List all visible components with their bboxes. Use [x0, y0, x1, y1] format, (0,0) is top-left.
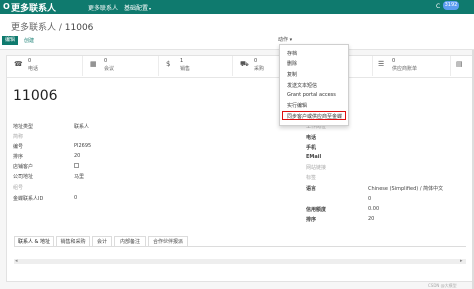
stat-label: 电话 [28, 66, 39, 72]
book-icon: ▤ [456, 60, 463, 68]
breadcrumb-current: 11006 [64, 23, 94, 33]
notification-badge[interactable]: 3192 [443, 1, 459, 10]
stat-value: 0 [104, 58, 108, 64]
field-value-sequence-right[interactable]: 20 [368, 216, 374, 222]
stat-label: 供应商账单 [392, 66, 418, 72]
field-value-code[interactable]: PI2695 [74, 143, 91, 149]
stat-bar-divider [7, 77, 473, 78]
breadcrumb: 更多联系人 / 11006 [11, 20, 93, 33]
stat-label: 采购 [254, 66, 265, 72]
page: { "topbar": { "logo": "O", "app_title": … [0, 0, 474, 289]
field-value-credit-limit[interactable]: 0.00 [368, 206, 379, 212]
menu-more-contacts[interactable]: 更多联系人 [88, 3, 118, 12]
field-label-tags: 标签 [306, 175, 317, 181]
field-label-code: 编号 [13, 144, 24, 150]
breadcrumb-separator: / [56, 23, 65, 33]
record-name[interactable]: 11006 [13, 88, 58, 104]
field-label-email: EMail [306, 154, 322, 160]
field-value-address-type[interactable]: 联系人 [74, 123, 89, 130]
field-value-kingdee-contact-id[interactable]: 0 [74, 195, 77, 201]
menu-basic-config[interactable]: 基础配置▾ [124, 3, 151, 12]
tab-divider [14, 246, 466, 247]
stat-divider [82, 56, 83, 76]
stat-divider [232, 56, 233, 76]
field-label-sequence: 排序 [13, 154, 24, 160]
field-value-unlabeled[interactable]: 0 [368, 196, 371, 202]
field-label-company-address: 公司地址 [13, 174, 34, 180]
watermark: CSDN @大模型 [428, 283, 457, 288]
menu-basic-config-label: 基础配置 [124, 5, 149, 12]
stat-divider [450, 56, 451, 76]
dollar-icon: $ [166, 60, 171, 68]
menu-item-archive[interactable]: 存档 [287, 50, 297, 57]
stat-label: 会议 [104, 66, 115, 72]
field-value-company-address[interactable]: 马里 [74, 173, 84, 180]
field-label-short-name: 简称 [13, 134, 24, 140]
chevron-down-icon: ▾ [149, 6, 152, 11]
menu-item-duplicate[interactable]: 复制 [287, 71, 297, 78]
scroll-left-icon[interactable]: ◂ [15, 258, 18, 264]
field-value-sequence[interactable]: 20 [74, 153, 80, 159]
menu-item-grant-portal-access[interactable]: Grant portal access [287, 92, 336, 98]
shop-customer-checkbox[interactable] [74, 163, 79, 168]
field-label-address-type: 地址类型 [13, 124, 34, 130]
phone-icon: ☎ [14, 60, 23, 68]
menu-item-delete[interactable]: 删除 [287, 60, 297, 67]
cart-icon: ⛟ [240, 60, 249, 68]
actions-dropdown-menu: 存档 删除 复制 发送文本短信 Grant portal access 实行编辑… [279, 44, 349, 126]
edit-button[interactable]: 编辑 [2, 36, 18, 45]
field-value-language[interactable]: Chinese (Simplified) / 简体中文 [368, 185, 443, 192]
field-label-language: 语言 [306, 186, 317, 192]
breadcrumb-parent-link[interactable]: 更多联系人 [11, 23, 56, 33]
field-label-phone: 电话 [306, 135, 317, 141]
field-label-group: 组号 [13, 185, 24, 191]
menu-item-sync-to-kingdee[interactable]: 同步客户或供应商至金蝶 [287, 113, 342, 120]
stat-value: 0 [254, 58, 258, 64]
user-avatar-icon[interactable]: C [436, 3, 440, 10]
menu-item-send-sms[interactable]: 发送文本短信 [287, 82, 317, 89]
menu-item-bulk-edit[interactable]: 实行编辑 [287, 102, 307, 109]
stat-label: 销售 [180, 66, 191, 72]
stat-value: 0 [28, 58, 32, 64]
scroll-right-icon[interactable]: ▸ [460, 258, 463, 264]
app-title[interactable]: 更多联系人 [11, 1, 56, 14]
actions-dropdown-button[interactable]: 动作 ▾ [278, 36, 292, 43]
stat-value: 0 [392, 58, 396, 64]
horizontal-scrollbar[interactable] [14, 259, 466, 264]
list-icon: ☰ [378, 60, 385, 68]
field-label-sequence-right: 排序 [306, 217, 317, 223]
stat-value: 1 [180, 58, 184, 64]
field-label-shop-customer: 店铺客户 [13, 164, 34, 170]
stat-divider [372, 56, 373, 76]
create-button[interactable]: 创建 [24, 37, 34, 44]
field-label-website: 网站链接 [306, 165, 327, 171]
field-label-credit-limit: 信用额度 [306, 207, 327, 213]
field-label-mobile: 手机 [306, 145, 317, 151]
stat-divider [158, 56, 159, 76]
top-navbar: O 更多联系人 更多联系人 基础配置▾ C 3192 [0, 0, 474, 14]
calendar-icon: ▦ [90, 60, 97, 68]
apps-menu-icon[interactable]: O [3, 2, 10, 11]
field-label-kingdee-contact-id: 金蝶联系人ID [13, 196, 44, 202]
